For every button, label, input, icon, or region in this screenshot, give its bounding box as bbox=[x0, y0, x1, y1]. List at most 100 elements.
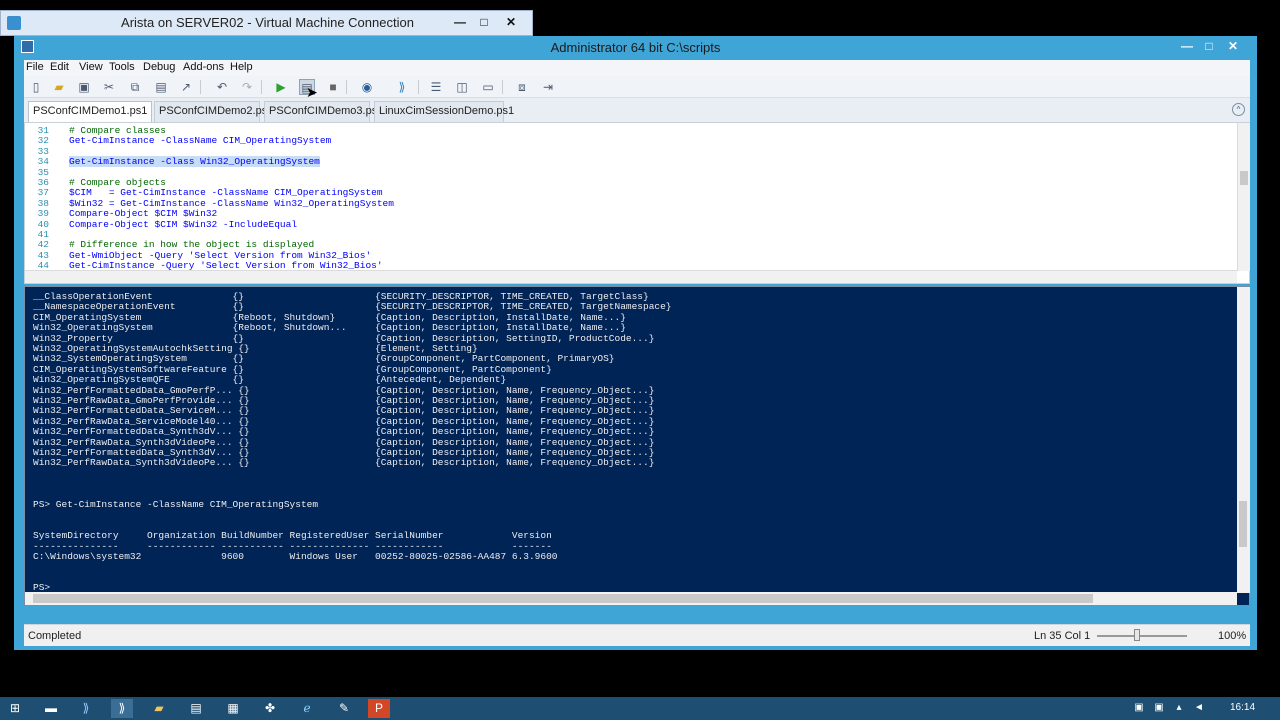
windows-taskbar: ⊞ ▬ ⟫ ⟫ ▰ ▤ ▦ ✤ ℯ ✎ P ▣ ▣ ▴ ◄ 16:14 bbox=[0, 697, 1280, 720]
script-editor[interactable]: 31 # Compare classes 32 Get-CimInstance … bbox=[24, 122, 1250, 284]
toolbar-separator bbox=[502, 80, 503, 94]
script-tab-bar: PSConfCIMDemo1.ps1✕ PSConfCIMDemo2.ps1 P… bbox=[24, 98, 1250, 122]
run-icon[interactable]: ▶ bbox=[273, 79, 289, 95]
code-line: $CIM = Get-CimInstance -ClassName CIM_Op… bbox=[69, 187, 383, 199]
menu-tools[interactable]: Tools bbox=[109, 61, 135, 73]
scroll-thumb[interactable] bbox=[33, 594, 1093, 603]
zoom-slider[interactable] bbox=[1097, 635, 1187, 637]
save-icon[interactable]: ▣ bbox=[76, 79, 92, 95]
line-number: 40 bbox=[37, 218, 49, 230]
powershell-icon[interactable]: ⟫ bbox=[394, 79, 410, 95]
console-line: __NamespaceOperationEvent {} {SECURITY_D… bbox=[33, 301, 672, 313]
console-line: Win32_PerfRawData_ServiceModel40... {} {… bbox=[33, 415, 655, 427]
command-icon[interactable]: ⧈ bbox=[514, 79, 530, 95]
menu-addons[interactable]: Add-ons bbox=[183, 61, 224, 73]
vm-maximize-button[interactable]: □ bbox=[471, 13, 497, 31]
toolbar-separator bbox=[261, 80, 262, 94]
tab-label: LinuxCimSessionDemo.ps1 bbox=[379, 105, 515, 117]
console-line: Win32_PerfFormattedData_Synth3dV... {} {… bbox=[33, 447, 655, 458]
ie-icon[interactable]: ℯ bbox=[296, 699, 318, 718]
tab-psconfcimdemo3[interactable]: PSConfCIMDemo3.ps1 bbox=[264, 101, 383, 122]
code-line: # Difference in how the object is displa… bbox=[69, 239, 315, 251]
network-icon[interactable]: ✤ bbox=[259, 699, 281, 718]
script-vertical-scrollbar[interactable] bbox=[1237, 123, 1250, 271]
line-number: 41 bbox=[37, 229, 49, 240]
line-number: 42 bbox=[37, 239, 49, 251]
ise-maximize-button[interactable]: □ bbox=[1196, 37, 1222, 55]
menu-help[interactable]: Help bbox=[230, 61, 253, 73]
console-line: Win32_PerfRawData_Synth3dVideoPe... {} {… bbox=[33, 436, 655, 448]
toolbar-separator bbox=[346, 80, 347, 94]
menu-edit[interactable]: Edit bbox=[50, 61, 69, 73]
console-line: Win32_OperatingSystemQFE {} {Antecedent,… bbox=[33, 374, 507, 386]
powershell-icon[interactable]: ⟫ bbox=[75, 699, 97, 718]
remote-icon[interactable]: ◉ bbox=[359, 79, 375, 95]
console-line: Win32_OperatingSystem {Reboot, Shutdown.… bbox=[33, 322, 626, 334]
clock[interactable]: 16:14 bbox=[1230, 702, 1255, 713]
toolbar-separator bbox=[418, 80, 419, 94]
console-line: Win32_SystemOperatingSystem {} {GroupCom… bbox=[33, 353, 615, 365]
collapse-script-pane-icon[interactable]: ^ bbox=[1232, 103, 1245, 116]
tools-icon[interactable]: ✎ bbox=[333, 699, 355, 718]
stop-icon[interactable]: ■ bbox=[325, 79, 341, 95]
line-number: 38 bbox=[37, 197, 49, 209]
menu-view[interactable]: View bbox=[79, 61, 103, 73]
addon-icon[interactable]: ⇥ bbox=[540, 79, 556, 95]
vm-close-button[interactable]: ✕ bbox=[498, 13, 524, 31]
ise-close-button[interactable]: ✕ bbox=[1220, 37, 1246, 55]
copy-icon[interactable]: ⧉ bbox=[127, 79, 143, 95]
scroll-thumb[interactable] bbox=[1239, 501, 1247, 547]
folder-icon[interactable]: ▰ bbox=[148, 699, 170, 718]
new-icon[interactable]: ▯ bbox=[28, 79, 44, 95]
tab-psconfcimdemo1[interactable]: PSConfCIMDemo1.ps1✕ bbox=[28, 101, 162, 122]
line-column-indicator: Ln 35 Col 1 bbox=[1034, 630, 1091, 642]
console-horizontal-scrollbar[interactable] bbox=[25, 592, 1237, 605]
status-text: Completed bbox=[28, 630, 82, 642]
network-tray-icon[interactable]: ▴ bbox=[1173, 702, 1185, 714]
layout-top-icon[interactable]: ☰ bbox=[428, 79, 444, 95]
volume-icon[interactable]: ◄ bbox=[1193, 702, 1205, 714]
file-explorer-icon[interactable]: ▬ bbox=[40, 699, 62, 718]
line-number: 39 bbox=[37, 208, 49, 220]
tray-icon[interactable]: ▣ bbox=[1153, 702, 1165, 714]
menu-debug[interactable]: Debug bbox=[143, 61, 175, 73]
console-table-divider: --------------- ------------ -----------… bbox=[33, 540, 552, 552]
open-icon[interactable]: ▰ bbox=[51, 79, 67, 95]
layout-max-icon[interactable]: ▭ bbox=[480, 79, 496, 95]
layout-right-icon[interactable]: ◫ bbox=[454, 79, 470, 95]
line-number: 31 bbox=[37, 125, 49, 136]
start-icon[interactable]: ⊞ bbox=[4, 699, 26, 718]
tab-label: PSConfCIMDemo1.ps1 bbox=[33, 105, 148, 117]
tray-icon[interactable]: ▣ bbox=[1133, 702, 1145, 714]
console-line: Win32_PerfFormattedData_Synth3dV... {} {… bbox=[33, 426, 655, 438]
toolbar: ▯ ▰ ▣ ✂ ⧉ ▤ ↗ ↶ ↷ ▶ ▤ ■ ◉ ⟫ ☰ ◫ ▭ ⧈ ⇥ ➤ bbox=[24, 76, 1250, 100]
clear-icon[interactable]: ↗ bbox=[178, 79, 194, 95]
console-pane[interactable]: __ClassOperationEvent {} {SECURITY_DESCR… bbox=[24, 286, 1250, 606]
menu-bar: File Edit View Tools Debug Add-ons Help bbox=[24, 60, 1250, 76]
scroll-thumb[interactable] bbox=[1240, 171, 1248, 185]
selected-code-line: Get-CimInstance -Class Win32_OperatingSy… bbox=[69, 156, 320, 168]
console-vertical-scrollbar[interactable] bbox=[1237, 287, 1250, 593]
tab-psconfcimdemo2[interactable]: PSConfCIMDemo2.ps1 bbox=[154, 101, 273, 122]
tab-linuxcimsessiondemo[interactable]: LinuxCimSessionDemo.ps1 bbox=[374, 101, 514, 122]
redo-icon[interactable]: ↷ bbox=[239, 79, 255, 95]
console-line: CIM_OperatingSystemSoftwareFeature {} {G… bbox=[33, 363, 552, 375]
paste-icon[interactable]: ▤ bbox=[153, 79, 169, 95]
console-table-header: SystemDirectory Organization BuildNumber… bbox=[33, 530, 552, 542]
powershell-ise-icon[interactable]: ⟫ bbox=[111, 699, 133, 718]
vm-minimize-button[interactable]: — bbox=[447, 13, 473, 31]
line-number: 43 bbox=[37, 249, 49, 261]
console-line: CIM_OperatingSystem {Reboot, Shutdown} {… bbox=[33, 311, 626, 323]
server-manager-icon[interactable]: ▤ bbox=[185, 699, 207, 718]
zoom-slider-thumb[interactable] bbox=[1134, 629, 1140, 641]
code-line: Compare-Object $CIM $Win32 -IncludeEqual bbox=[69, 218, 298, 230]
line-number: 34 bbox=[37, 156, 49, 168]
menu-file[interactable]: File bbox=[26, 61, 44, 73]
script-horizontal-scrollbar[interactable] bbox=[25, 270, 1237, 283]
cut-icon[interactable]: ✂ bbox=[101, 79, 117, 95]
console-line: Win32_PerfRawData_GmoPerfProvide... {} {… bbox=[33, 395, 655, 406]
powerpoint-icon[interactable]: P bbox=[368, 699, 390, 718]
code-line: # Compare classes bbox=[69, 125, 166, 136]
undo-icon[interactable]: ↶ bbox=[214, 79, 230, 95]
registry-icon[interactable]: ▦ bbox=[222, 699, 244, 718]
